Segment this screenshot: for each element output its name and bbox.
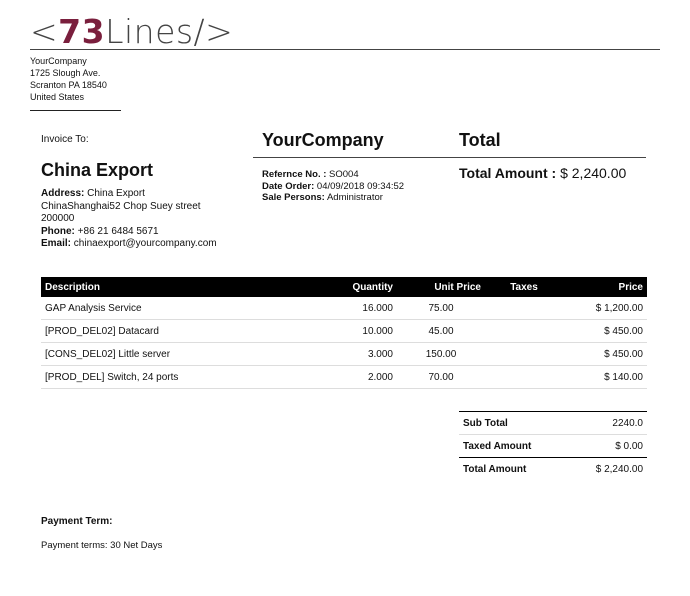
taxed-label: Taxed Amount	[463, 440, 532, 452]
phone-value: +86 21 6484 5671	[77, 225, 159, 237]
total-amount-label: Total Amount :	[459, 165, 557, 181]
table-row: [CONS_DEL02] Little server 3.000 150.00 …	[41, 342, 647, 366]
table-header-row: Description Quantity Unit Price Taxes Pr…	[41, 277, 647, 297]
cell-price: $ 450.00	[563, 319, 647, 343]
cell-description: [PROD_DEL] Switch, 24 ports	[41, 365, 309, 389]
cell-taxes	[485, 319, 563, 343]
table-row: [PROD_DEL] Switch, 24 ports 2.000 70.00 …	[41, 365, 647, 389]
grand-total-row: Total Amount $ 2,240.00	[459, 457, 647, 481]
col-description: Description	[41, 277, 309, 297]
invoice-to-label: Invoice To:	[41, 134, 89, 145]
payment-terms: Payment terms: 30 Net Days	[41, 540, 163, 551]
email-label: Email:	[41, 238, 72, 249]
logo-bracket: <	[30, 12, 59, 51]
order-info: Refernce No. : SO004 Date Order: 04/09/2…	[262, 169, 404, 204]
cell-taxes	[485, 365, 563, 389]
table-row: [PROD_DEL02] Datacard 10.000 45.00 $ 450…	[41, 319, 647, 343]
date-label: Date Order:	[262, 180, 315, 192]
cell-description: [CONS_DEL02] Little server	[41, 342, 309, 366]
subtotal-label: Sub Total	[463, 417, 508, 429]
company-name: YourCompany	[30, 56, 87, 66]
cell-unit-price: 70.00	[397, 365, 485, 389]
cell-description: GAP Analysis Service	[41, 297, 309, 320]
customer-info: Address: China Export ChinaShanghai52 Ch…	[41, 188, 217, 251]
grand-total-value: $ 2,240.00	[595, 463, 643, 475]
cell-quantity: 16.000	[309, 297, 397, 320]
cell-quantity: 3.000	[309, 342, 397, 366]
phone-label: Phone:	[41, 225, 75, 237]
cell-price: $ 1,200.00	[563, 297, 647, 320]
total-amount-value: $ 2,240.00	[560, 165, 627, 181]
order-header-divider	[253, 157, 646, 158]
company-address: YourCompany 1725 Slough Ave. Scranton PA…	[30, 55, 107, 103]
customer-name: China Export	[41, 160, 154, 180]
cell-description: [PROD_DEL02] Datacard	[41, 319, 309, 343]
cell-unit-price: 75.00	[397, 297, 485, 320]
address-label: Address:	[41, 188, 85, 199]
header-divider	[30, 49, 660, 50]
salesperson-value: Administrator	[326, 192, 383, 203]
cell-quantity: 10.000	[309, 319, 397, 343]
company-city: Scranton PA 18540	[30, 80, 107, 90]
cell-taxes	[485, 342, 563, 366]
cell-quantity: 2.000	[309, 365, 397, 389]
company-country: United States	[30, 92, 85, 102]
subtotal-row: Sub Total 2240.0	[459, 411, 647, 435]
subtotal-value: 2240.0	[612, 417, 643, 429]
col-price: Price	[563, 277, 647, 297]
logo-number: 73	[58, 12, 106, 51]
order-company-title: YourCompany	[262, 130, 384, 150]
cell-price: $ 140.00	[563, 365, 647, 389]
cell-unit-price: 45.00	[397, 319, 485, 343]
cell-unit-price: 150.00	[397, 342, 485, 366]
reference-value: SO004	[329, 169, 359, 180]
col-quantity: Quantity	[309, 277, 397, 297]
reference-label: Refernce No. :	[262, 169, 327, 180]
date-value: 04/09/2018 09:34:52	[316, 180, 405, 192]
taxed-row: Taxed Amount $ 0.00	[459, 434, 647, 458]
col-unit-price: Unit Price	[397, 277, 485, 297]
address-name: China Export	[87, 188, 145, 199]
salesperson-label: Sale Persons:	[262, 192, 325, 203]
cell-taxes	[485, 297, 563, 320]
company-street: 1725 Slough Ave.	[30, 68, 101, 78]
grand-total-label: Total Amount	[463, 463, 527, 475]
total-amount: Total Amount : $ 2,240.00	[459, 165, 626, 181]
address-street: ChinaShanghai52 Chop Suey street	[41, 200, 201, 212]
taxed-value: $ 0.00	[615, 440, 643, 452]
company-logo: <73Lines/>	[30, 14, 233, 50]
cell-price: $ 450.00	[563, 342, 647, 366]
totals-table: Sub Total 2240.0 Taxed Amount $ 0.00 Tot…	[459, 411, 647, 480]
payment-term-heading: Payment Term:	[41, 516, 113, 527]
total-title: Total	[459, 130, 501, 150]
logo-text: Lines/>	[105, 12, 234, 51]
email-value: chinaexport@yourcompany.com	[73, 238, 217, 249]
col-taxes: Taxes	[485, 277, 563, 297]
address-zip: 200000	[41, 213, 75, 224]
address-divider	[30, 110, 121, 111]
order-lines-table: Description Quantity Unit Price Taxes Pr…	[41, 277, 647, 389]
table-row: GAP Analysis Service 16.000 75.00 $ 1,20…	[41, 297, 647, 320]
